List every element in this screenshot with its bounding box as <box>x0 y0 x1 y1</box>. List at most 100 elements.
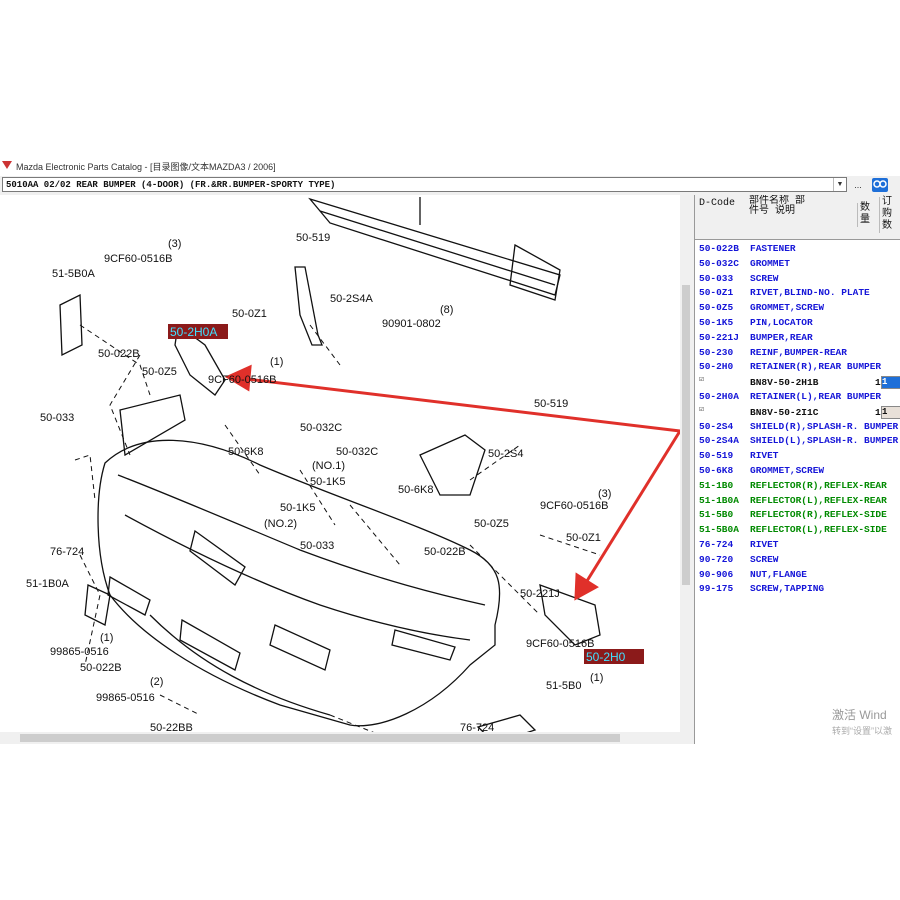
qty-column-header[interactable]: 数量 <box>857 203 874 227</box>
parts-list-row[interactable]: 90-906 NUT,FLANGE <box>695 568 900 583</box>
part-name-cell: SCREW <box>750 272 779 284</box>
parts-list-row[interactable]: 50-0Z1 RIVET,BLIND-NO. PLATE <box>695 286 900 301</box>
callout-label[interactable]: 50-022B <box>424 546 466 558</box>
parts-diagram[interactable]: 50-2H0A 50-2H0 50-519 50-2S4A 90901-0802 (8… <box>0 195 690 744</box>
callout-label[interactable]: 50-0Z5 <box>142 366 177 378</box>
parts-list-row[interactable]: 90-720 SCREW <box>695 553 900 568</box>
quantity: 1 <box>875 406 881 418</box>
callout-label[interactable]: 50-0Z5 <box>474 518 509 530</box>
part-name-cell: SCREW <box>750 553 779 565</box>
part-name-cell: SCREW,TAPPING <box>750 583 825 595</box>
parts-list-row[interactable]: 51-1B0A REFLECTOR(L),REFLEX-REAR <box>695 494 900 509</box>
dcode-cell: 50-2S4A <box>699 435 739 447</box>
callout-label[interactable]: 50-0Z1 <box>566 532 601 544</box>
checkbox[interactable]: ☑ <box>699 374 704 384</box>
callout-label[interactable]: 50-022B <box>98 348 140 360</box>
diagram-drawing: 50-2H0A 50-2H0 50-519 50-2S4A 90901-0802 (8… <box>26 197 682 744</box>
order-quantity-input[interactable]: 1 <box>881 376 900 390</box>
callout-label[interactable]: 51-5B0 <box>546 680 581 692</box>
callout-label[interactable]: (NO.1) <box>312 460 345 472</box>
callout-label[interactable]: 50-1K5 <box>280 502 315 514</box>
callout-label[interactable]: 50-1K5 <box>310 476 345 488</box>
part-name-cell: RIVET <box>750 538 779 550</box>
part-number-row[interactable]: ☑ BN8V-50-2I1C 1 1 <box>695 405 900 420</box>
parts-list-row[interactable]: 50-519 RIVET <box>695 449 900 464</box>
order-column-header[interactable]: 订购数 <box>879 197 896 233</box>
dcode-cell: 50-2S4 <box>699 420 734 432</box>
checkbox[interactable]: ☑ <box>699 404 704 414</box>
callout-label[interactable]: 50-221J <box>520 588 560 600</box>
chevron-down-icon[interactable]: ▼ <box>833 178 846 191</box>
parts-list-row[interactable]: 50-2S4A SHIELD(L),SPLASH-R. BUMPER <box>695 434 900 449</box>
callout-label[interactable]: 50-033 <box>300 540 334 552</box>
order-quantity-input[interactable]: 1 <box>881 405 900 419</box>
diagram-vertical-scrollbar[interactable] <box>680 195 692 744</box>
parts-list-row[interactable]: 51-1B0 REFLECTOR(R),REFLEX-REAR <box>695 479 900 494</box>
parts-list-row[interactable]: 50-221J BUMPER,REAR <box>695 331 900 346</box>
parts-list-row[interactable]: 50-033 SCREW <box>695 272 900 287</box>
callout-label[interactable]: 50-6K8 <box>398 484 433 496</box>
callout-label[interactable]: (3) <box>598 488 611 500</box>
parts-list-row[interactable]: 76-724 RIVET <box>695 538 900 553</box>
parts-list: 50-022B FASTENER 50-032C GROMMET 50-033 SCREW… <box>695 242 900 597</box>
part-name-cell: BUMPER,REAR <box>750 331 813 343</box>
callout-label[interactable]: 90901-0802 <box>382 318 441 330</box>
callout-label[interactable]: 50-032C <box>300 422 342 434</box>
tag-text-50-2H0[interactable]: 50-2H0 <box>586 650 626 664</box>
parts-list-row[interactable]: 50-2H0A RETAINER(L),REAR BUMPER <box>695 390 900 405</box>
parts-list-row[interactable]: 50-032C GROMMET <box>695 257 900 272</box>
dcode-cell: 76-724 <box>699 538 734 550</box>
link-icon[interactable] <box>872 178 888 192</box>
callout-label[interactable]: 9CF60-0516B <box>104 253 173 265</box>
callout-label[interactable]: (3) <box>168 238 181 250</box>
tag-text-50-2H0A[interactable]: 50-2H0A <box>170 325 217 339</box>
diagram-horizontal-scrollbar[interactable] <box>0 732 680 744</box>
callout-label[interactable]: 9CF60-0516B <box>540 500 609 512</box>
parts-list-row[interactable]: 99-175 SCREW,TAPPING <box>695 582 900 597</box>
parts-list-row[interactable]: 50-2S4 SHIELD(R),SPLASH-R. BUMPER <box>695 420 900 435</box>
activation-watermark: 激活 Wind <box>832 708 887 722</box>
callout-label[interactable]: (1) <box>590 672 603 684</box>
more-button[interactable]: ... <box>850 178 866 192</box>
title-bar: Mazda Electronic Parts Catalog - [目录图像/文… <box>0 154 900 176</box>
callout-label[interactable]: (8) <box>440 304 453 316</box>
callout-label[interactable]: 50-519 <box>534 398 568 410</box>
callout-label[interactable]: 50-519 <box>296 232 330 244</box>
part-number: BN8V-50-2I1C <box>750 406 819 418</box>
part-number-row[interactable]: ☑ BN8V-50-2H1B 1 1 <box>695 375 900 390</box>
parts-list-row[interactable]: 50-0Z5 GROMMET,SCREW <box>695 301 900 316</box>
callout-label[interactable]: 50-2S4A <box>330 293 373 305</box>
callout-label[interactable]: 50-022B <box>80 662 122 674</box>
callout-label[interactable]: (1) <box>270 356 283 368</box>
callout-label[interactable]: (1) <box>100 632 113 644</box>
callout-label[interactable]: 99865-0516 <box>96 692 155 704</box>
parts-list-row[interactable]: 50-230 REINF,BUMPER-REAR <box>695 346 900 361</box>
part-name-cell: PIN,LOCATOR <box>750 316 813 328</box>
callout-label[interactable]: 50-0Z1 <box>232 308 267 320</box>
parts-list-row[interactable]: 50-022B FASTENER <box>695 242 900 257</box>
callout-label[interactable]: 9CF60-0516B <box>208 374 277 386</box>
parts-list-row[interactable]: 50-1K5 PIN,LOCATOR <box>695 316 900 331</box>
callout-label[interactable]: 51-5B0A <box>52 268 95 280</box>
activation-watermark-sub: 转到“设置”以激 <box>832 726 892 736</box>
callout-label[interactable]: (NO.2) <box>264 518 297 530</box>
callout-label[interactable]: 9CF60-0516B <box>526 638 595 650</box>
part-name-cell: REFLECTOR(R),REFLEX-REAR <box>750 479 887 491</box>
parts-list-row[interactable]: 51-5B0 REFLECTOR(R),REFLEX-SIDE <box>695 508 900 523</box>
callout-label[interactable]: 99865-0516 <box>50 646 109 658</box>
dcode-cell: 50-2H0 <box>699 361 734 373</box>
name-column-header[interactable]: 部件名称 部件号 说明 <box>749 197 809 217</box>
callout-label[interactable]: 50-033 <box>40 412 74 424</box>
dcode-column-header[interactable]: D-Code <box>699 198 735 209</box>
callout-label[interactable]: 76-724 <box>50 546 84 558</box>
callout-label[interactable]: 50-6K8 <box>228 446 263 458</box>
parts-list-row[interactable]: 51-5B0A REFLECTOR(L),REFLEX-SIDE <box>695 523 900 538</box>
callout-label[interactable]: 50-2S4 <box>488 448 523 460</box>
callout-label[interactable]: 51-1B0A <box>26 578 69 590</box>
callout-label[interactable]: (2) <box>150 676 163 688</box>
parts-list-row[interactable]: 50-2H0 RETAINER(R),REAR BUMPER <box>695 360 900 375</box>
parts-list-row[interactable]: 50-6K8 GROMMET,SCREW <box>695 464 900 479</box>
callout-label[interactable]: 50-032C <box>336 446 378 458</box>
illustration-select[interactable]: 5010AA 02/02 REAR BUMPER (4-DOOR) (FR.&R… <box>2 177 847 192</box>
dcode-cell: 99-175 <box>699 583 734 595</box>
